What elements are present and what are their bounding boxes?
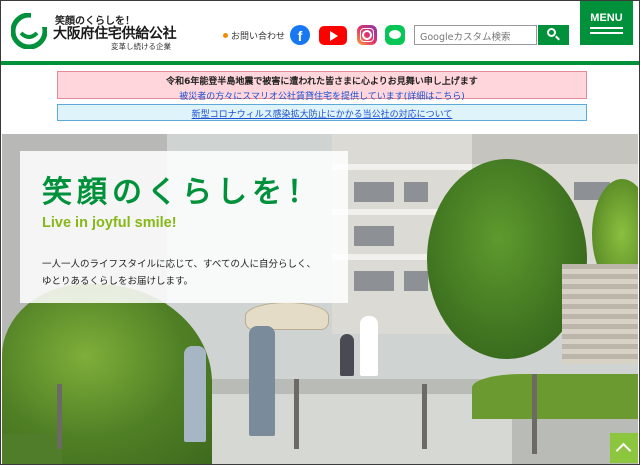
bullet-dot-icon [223, 33, 228, 38]
earthquake-notice-link[interactable]: 被災者の方々にスマリオ公社賃貸住宅を提供しています(詳細はこちら) [58, 89, 586, 102]
hero-bollard [57, 384, 62, 449]
hero-person [360, 316, 378, 376]
contact-link[interactable]: お問い合わせ [223, 29, 285, 42]
logo-name: 大阪府住宅供給公社 [53, 26, 177, 42]
hero-window [354, 271, 394, 291]
facebook-icon[interactable]: f [290, 25, 310, 45]
scroll-to-top-button[interactable] [610, 433, 638, 463]
logo-subtitle: 変革し続ける企業 [111, 42, 171, 51]
youtube-icon[interactable] [319, 26, 347, 45]
hero-stairs [562, 264, 638, 364]
menu-label: MENU [590, 12, 623, 24]
header-divider [1, 61, 639, 65]
hero-message-panel: 笑顔のくらしを！ Live in joyful smile! 一人一人のライフス… [20, 151, 348, 303]
hero-person [340, 334, 354, 376]
page-frame: 笑顔のくらしを！ 大阪府住宅供給公社 変革し続ける企業 お問い合わせ f Goo… [0, 0, 640, 465]
hero-window [404, 182, 428, 202]
hero-body-line: 一人一人のライフスタイルに応じて、すべての人に自分らしく、 [42, 259, 316, 270]
logo-mark-icon [11, 13, 47, 49]
hero-hedge [2, 434, 62, 464]
hero-bollard [532, 374, 537, 454]
line-icon[interactable] [385, 25, 405, 45]
hero-subtitle: Live in joyful smile! [42, 215, 177, 231]
hero-window [404, 271, 428, 291]
site-header: 笑顔のくらしを！ 大阪府住宅供給公社 変革し続ける企業 お問い合わせ f Goo… [1, 1, 639, 61]
hero-lawn [472, 374, 638, 419]
hero-banner: 笑顔のくらしを！ Live in joyful smile! 一人一人のライフス… [2, 134, 638, 464]
hero-body-line: ゆとりあるくらしをお届けします。 [42, 276, 194, 287]
search-button[interactable] [538, 25, 569, 45]
search-input[interactable]: Googleカスタム検索 [414, 25, 537, 45]
instagram-icon[interactable] [357, 25, 377, 45]
hero-title: 笑顔のくらしを！ [42, 175, 322, 210]
hero-window [354, 226, 394, 246]
hero-bollard [422, 384, 427, 449]
hero-person [184, 346, 206, 442]
covid-notice-link[interactable]: 新型コロナウィルス感染拡大防止にかかる当公社の対応について [57, 104, 587, 121]
earthquake-notice: 令和6年能登半島地震で被害に遭われた皆さまに心よりお見舞い申し上げます 被災者の… [57, 71, 587, 102]
hamburger-icon [590, 27, 623, 37]
contact-label: お問い合わせ [231, 32, 286, 42]
hero-bollard [294, 379, 299, 449]
hero-window [354, 182, 394, 202]
menu-button[interactable]: MENU [580, 1, 633, 45]
hero-balcony [332, 164, 472, 170]
hero-person [249, 326, 275, 436]
site-logo[interactable]: 笑顔のくらしを！ 大阪府住宅供給公社 変革し続ける企業 [11, 9, 181, 55]
earthquake-notice-heading: 令和6年能登半島地震で被害に遭われた皆さまに心よりお見舞い申し上げます [166, 77, 478, 87]
